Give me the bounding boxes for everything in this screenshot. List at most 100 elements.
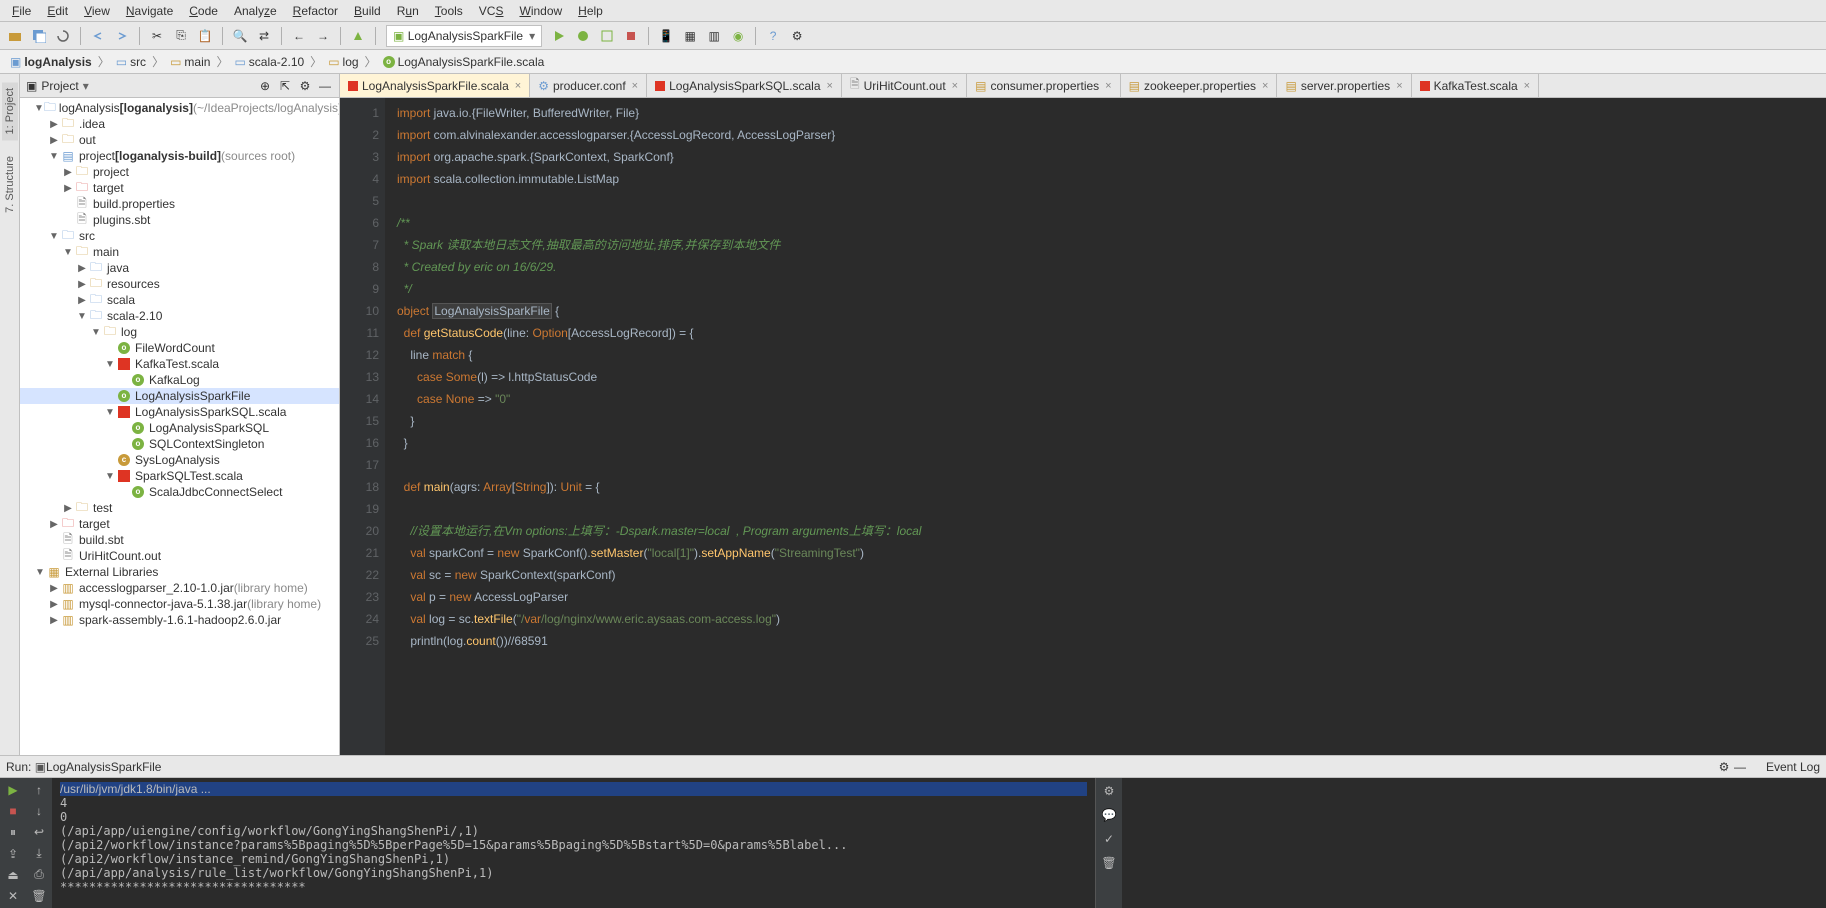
editor-tab[interactable]: LogAnalysisSparkFile.scala× — [340, 74, 530, 98]
close-button[interactable]: ✕ — [4, 889, 22, 904]
up-button[interactable]: ↑ — [30, 782, 48, 797]
close-icon[interactable]: × — [513, 80, 523, 92]
menu-navigate[interactable]: Navigate — [118, 2, 181, 20]
close-icon[interactable]: × — [630, 80, 640, 92]
menu-help[interactable]: Help — [570, 2, 611, 20]
tree-node[interactable]: ▼▤project [loganalysis-build] (sources r… — [20, 148, 339, 164]
tree-node[interactable]: ▶▥mysql-connector-java-5.1.38.jar (libra… — [20, 596, 339, 612]
stop-button[interactable] — [620, 25, 642, 47]
editor-tab[interactable]: LogAnalysisSparkSQL.scala× — [647, 74, 842, 97]
menu-tools[interactable]: Tools — [427, 2, 471, 20]
run-config-selector[interactable]: ▣ LogAnalysisSparkFile ▾ — [386, 25, 542, 47]
menu-analyze[interactable]: Analyze — [226, 2, 285, 20]
redo-button[interactable] — [111, 25, 133, 47]
editor-tab[interactable]: ▤consumer.properties× — [967, 74, 1121, 97]
tree-node[interactable]: ▶🗀scala — [20, 292, 339, 308]
menu-file[interactable]: File — [4, 2, 39, 20]
scroll-end-button[interactable]: ⤓ — [30, 846, 48, 861]
breadcrumb-item[interactable]: ▭src — [112, 54, 150, 70]
tree-node[interactable]: cSysLogAnalysis — [20, 452, 339, 468]
tree-node[interactable]: ▶🗀project — [20, 164, 339, 180]
sidebar-tab-project[interactable]: 1: Project — [2, 82, 18, 140]
collapse-all-button[interactable]: ⇱ — [277, 78, 293, 94]
tree-node[interactable]: ▶🗀target — [20, 180, 339, 196]
tree-node[interactable]: ▼🗀log — [20, 324, 339, 340]
breadcrumb-item[interactable]: ▣logAnalysis — [6, 54, 96, 70]
dump-button[interactable]: ⇪ — [4, 846, 22, 861]
tree-node[interactable]: ▶🗀resources — [20, 276, 339, 292]
menu-vcs[interactable]: VCS — [471, 2, 512, 20]
gear-icon[interactable]: ⚙ — [297, 78, 313, 94]
find-button[interactable]: 🔍 — [229, 25, 251, 47]
tree-node[interactable]: ▶▥accesslogparser_2.10-1.0.jar (library … — [20, 580, 339, 596]
balloon-button[interactable]: 💬 — [1100, 806, 1118, 824]
open-button[interactable] — [4, 25, 26, 47]
menu-edit[interactable]: Edit — [39, 2, 76, 20]
debug-button[interactable] — [572, 25, 594, 47]
tree-node[interactable]: ▶▥spark-assembly-1.6.1-hadoop2.6.0.jar — [20, 612, 339, 628]
sdk-button[interactable]: ▦ — [679, 25, 701, 47]
tree-node[interactable]: ▼KafkaTest.scala — [20, 356, 339, 372]
back-button[interactable]: ← — [288, 25, 310, 47]
build-button[interactable] — [347, 25, 369, 47]
close-icon[interactable]: × — [1103, 80, 1113, 92]
run-output[interactable]: /usr/lib/jvm/jdk1.8/bin/java ...40(/api/… — [52, 778, 1095, 908]
print-button[interactable]: ⎙ — [30, 867, 48, 882]
breadcrumb-item[interactable]: ▭scala-2.10 — [230, 54, 308, 70]
gear-icon[interactable]: ⚙ — [1716, 759, 1732, 775]
pause-button[interactable]: ⏸ — [4, 825, 22, 840]
refresh-button[interactable] — [52, 25, 74, 47]
menu-build[interactable]: Build — [346, 2, 389, 20]
replace-button[interactable]: ⇄ — [253, 25, 275, 47]
settings-button[interactable]: ⚙ — [786, 25, 808, 47]
filter-button[interactable]: ⚙ — [1100, 782, 1118, 800]
menu-refactor[interactable]: Refactor — [285, 2, 346, 20]
sidebar-tab-structure[interactable]: 7. Structure — [2, 150, 18, 219]
chevron-down-icon[interactable]: ▾ — [83, 79, 89, 93]
breadcrumb-item[interactable]: ▭main — [166, 54, 214, 70]
menu-run[interactable]: Run — [389, 2, 427, 20]
menu-window[interactable]: Window — [511, 2, 570, 20]
tree-node[interactable]: oKafkaLog — [20, 372, 339, 388]
close-icon[interactable]: × — [825, 80, 835, 92]
tree-node[interactable]: ▼🗀src — [20, 228, 339, 244]
tree-node[interactable]: ▼▦External Libraries — [20, 564, 339, 580]
tree-node[interactable]: oLogAnalysisSparkSQL — [20, 420, 339, 436]
forward-button[interactable]: → — [312, 25, 334, 47]
stop-button[interactable]: ■ — [4, 803, 22, 818]
close-icon[interactable]: × — [1522, 80, 1532, 92]
avd-button[interactable]: 📱 — [655, 25, 677, 47]
project-view-label[interactable]: Project — [41, 79, 78, 93]
coverage-button[interactable] — [596, 25, 618, 47]
editor-tab[interactable]: ▤zookeeper.properties× — [1121, 74, 1278, 97]
editor-tab[interactable]: ▤server.properties× — [1277, 74, 1411, 97]
soft-wrap-button[interactable]: ↩ — [30, 825, 48, 840]
event-log-tab[interactable]: Event Log — [1766, 760, 1820, 774]
android-button[interactable]: ◉ — [727, 25, 749, 47]
tree-node[interactable]: 🗎build.properties — [20, 196, 339, 212]
close-icon[interactable]: × — [1260, 80, 1270, 92]
tree-node[interactable]: ▼LogAnalysisSparkSQL.scala — [20, 404, 339, 420]
mark-read-button[interactable]: ✓ — [1100, 830, 1118, 848]
down-button[interactable]: ↓ — [30, 803, 48, 818]
clear-log-button[interactable]: 🗑 — [1100, 854, 1118, 872]
ddms-button[interactable]: ▥ — [703, 25, 725, 47]
run-tab-label[interactable]: Run: — [6, 760, 31, 774]
rerun-button[interactable]: ▶ — [4, 782, 22, 797]
tree-node[interactable]: ▼🗀main — [20, 244, 339, 260]
paste-button[interactable]: 📋 — [194, 25, 216, 47]
hide-button[interactable]: — — [1732, 759, 1748, 775]
close-icon[interactable]: × — [950, 80, 960, 92]
close-icon[interactable]: × — [1394, 80, 1404, 92]
hide-button[interactable]: — — [317, 78, 333, 94]
tree-node[interactable]: oSQLContextSingleton — [20, 436, 339, 452]
tree-node[interactable]: ▶🗀out — [20, 132, 339, 148]
tree-node[interactable]: ▼SparkSQLTest.scala — [20, 468, 339, 484]
editor-tab[interactable]: 🗎UriHitCount.out× — [842, 74, 967, 97]
help-button[interactable]: ? — [762, 25, 784, 47]
cut-button[interactable]: ✂ — [146, 25, 168, 47]
tree-node[interactable]: oFileWordCount — [20, 340, 339, 356]
scroll-from-source-button[interactable]: ⊕ — [257, 78, 273, 94]
editor-tab[interactable]: ⚙producer.conf× — [530, 74, 647, 97]
menu-code[interactable]: Code — [181, 2, 226, 20]
